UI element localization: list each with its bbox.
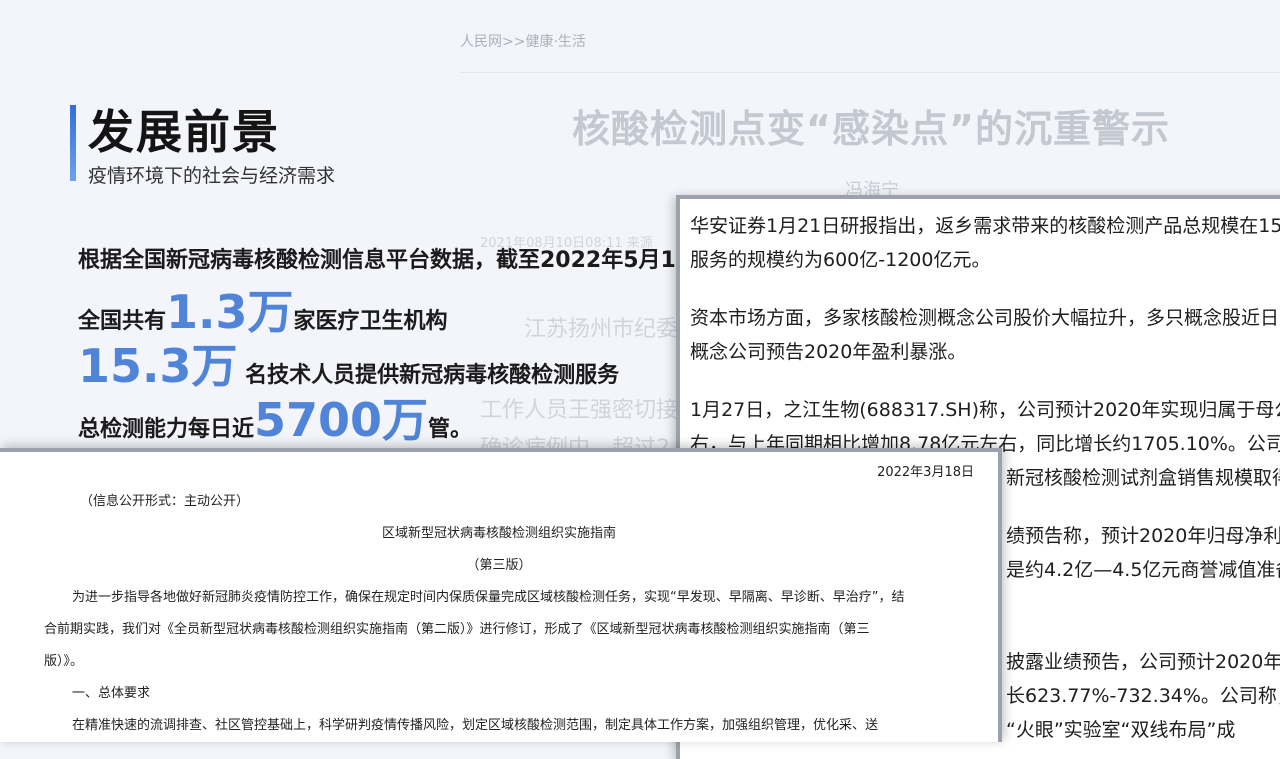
news-line: 披露业绩预告，公司预计2020年 [1006,651,1280,673]
document-title: 区域新型冠状病毒核酸检测组织实施指南 [381,526,616,541]
paragraph-line: 版）》。 [44,654,84,669]
article-title: 核酸检测点变“感染点”的沉重警示 [572,107,1170,151]
news-line: 资本市场方面，多家核酸检测概念公司股价大幅拉升，多只概念股近日 [690,307,1280,329]
slide-heading: 发展前景 [88,105,280,159]
divider [460,72,1280,73]
disclosure-form: （信息公开形式：主动公开） [80,494,250,509]
heading-accent-bar [70,105,76,181]
document-screenshot-card: 2022年3月18日 （信息公开形式：主动公开） 区域新型冠状病毒核酸检测组织实… [0,448,1002,742]
slide-subheading: 疫情环境下的社会与经济需求 [88,165,336,187]
article-line: 工作人员王强密切接 [480,398,679,423]
stat-prefix: 总检测能力每日近 [78,417,255,442]
news-line: 华安证券1月21日研报指出，返乡需求带来的核酸检测产品总规模在15 [690,215,1280,237]
breadcrumb[interactable]: 人民网>>健康·生活 [460,31,586,51]
news-line: “火眼”实验室“双线布局”成 [1006,719,1236,741]
stat-suffix: 管。 [428,417,473,442]
paragraph-line: 合前期实践，我们对《全员新型冠状病毒核酸检测组织实施指南（第二版）》进行修订，形… [44,622,870,637]
news-line: 服务的规模约为600亿-1200亿元。 [690,249,991,271]
news-line: 是约4.2亿—4.5亿元商誉减值准备 [1006,559,1280,581]
news-line: 概念公司预告2020年盈利暴涨。 [690,341,967,363]
document-date: 2022年3月18日 [877,465,974,480]
paragraph-line: 为进一步指导各地做好新冠肺炎疫情防控工作，确保在规定时间内保质保量完成区域核酸检… [72,590,905,605]
news-line: 新冠核酸检测试剂盒销售规模取得 [1006,467,1280,489]
stat-capacity: 总检测能力每日近5700万管。 [78,384,472,450]
document-edition: （第三版） [466,558,532,573]
source-line: 根据全国新冠病毒核酸检测信息平台数据，截至2022年5月11日 [78,248,714,273]
news-line: 长623.77%-732.34%。公司称， [1006,685,1280,707]
stat-number: 5700万 [254,393,429,447]
news-line: 绩预告称，预计2020年归母净利7 [1006,525,1280,547]
section-heading: 一、总体要求 [72,686,151,701]
news-line: 1月27日，之江生物(688317.SH)称，公司预计2020年实现归属于母公 [690,399,1280,421]
paragraph-line: 在精准快速的流调排查、社区管控基础上，科学研判疫情传播风险，划定区域核酸检测范围… [72,718,879,733]
